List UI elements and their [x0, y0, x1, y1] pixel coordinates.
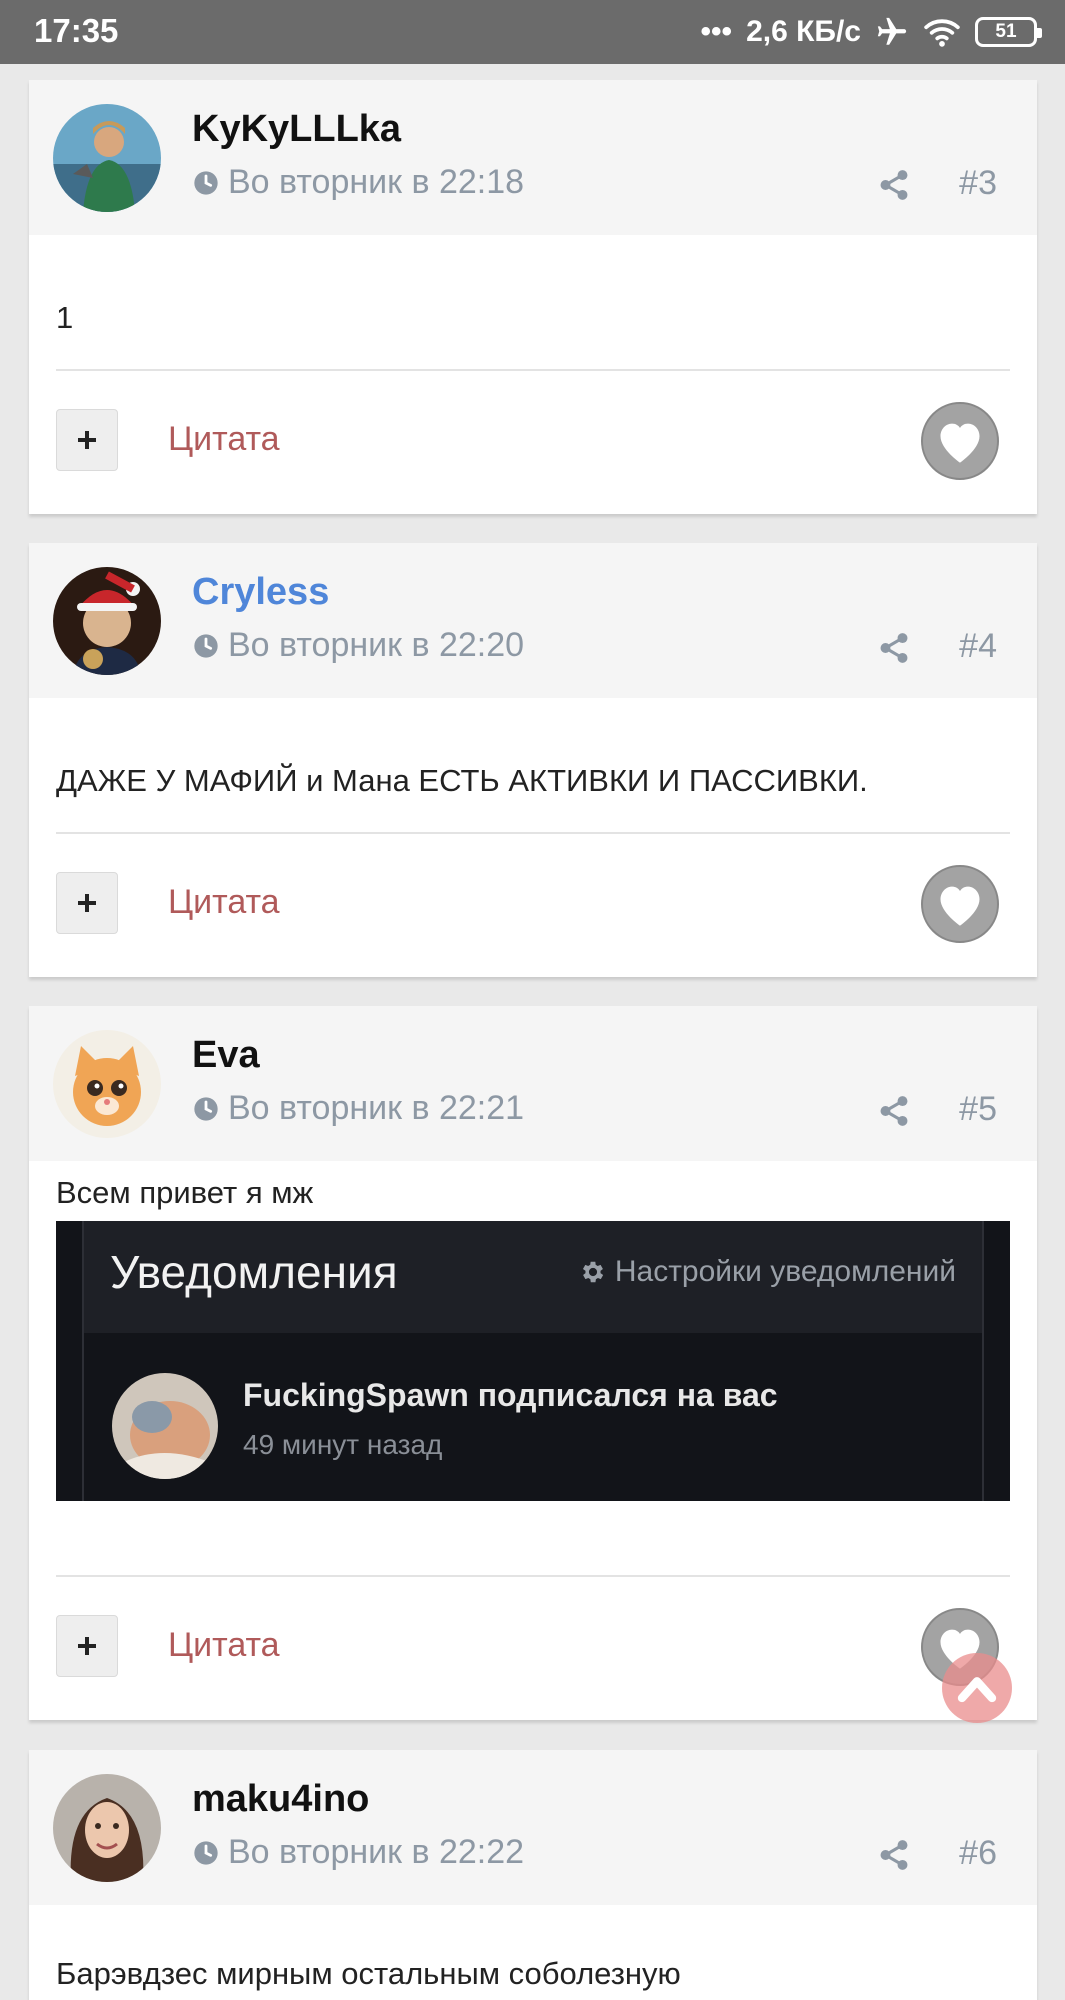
post-header: maku4ino Во вторник в 22:22 #6 [29, 1750, 1037, 1905]
multiquote-button[interactable] [56, 872, 118, 934]
post-time-text: Во вторник в 22:20 [228, 626, 525, 664]
post-card: maku4ino Во вторник в 22:22 #6 Барэвдзес… [29, 1750, 1037, 2000]
avatar[interactable] [53, 1774, 161, 1882]
post-time-text: Во вторник в 22:21 [228, 1089, 525, 1127]
post-number-link[interactable]: #5 [959, 1090, 997, 1129]
heart-icon [940, 886, 980, 926]
clock-icon [194, 1840, 218, 1865]
post-time-text: Во вторник в 22:18 [228, 163, 525, 201]
post-card: KyKyLLLka Во вторник в 22:18 #3 1 Цитата [29, 80, 1037, 514]
post-timestamp: Во вторник в 22:20 [192, 626, 524, 665]
plus-icon [78, 894, 96, 912]
airplane-icon [877, 17, 907, 45]
dots-icon: ••• [700, 15, 733, 48]
status-icons: ••• 2,6 КБ/с 51 [700, 10, 1042, 54]
gear-icon [582, 1261, 603, 1283]
chevron-up-icon [957, 1677, 997, 1703]
plus-icon [78, 1637, 96, 1655]
post-header: Cryless Во вторник в 22:20 #4 [29, 543, 1037, 698]
post-timestamp: Во вторник в 22:18 [192, 163, 524, 202]
post-timestamp: Во вторник в 22:22 [192, 1833, 524, 1872]
notification-settings-label: Настройки уведомлений [614, 1255, 956, 1288]
clock-icon [194, 170, 218, 195]
like-button[interactable] [921, 402, 999, 480]
quote-link[interactable]: Цитата [168, 883, 280, 922]
post-feed: KyKyLLLka Во вторник в 22:18 #3 1 Цитата… [0, 64, 1065, 2000]
post-time-text: Во вторник в 22:22 [228, 1833, 525, 1871]
notification-text: FuckingSpawn подписался на вас [243, 1377, 778, 1413]
post-header: KyKyLLLka Во вторник в 22:18 #3 [29, 80, 1037, 235]
post-card: Eva Во вторник в 22:21 #5 Всем привет я … [29, 1006, 1037, 1720]
post-author[interactable]: Eva [192, 1034, 260, 1077]
avatar[interactable] [53, 1030, 161, 1138]
notification-avatar [112, 1373, 218, 1479]
status-time: 17:35 [34, 12, 119, 49]
plus-icon [78, 431, 96, 449]
clock-icon [194, 1096, 218, 1121]
post-divider [56, 1575, 1010, 1577]
post-body: ДАЖЕ У МАФИЙ и Мана ЕСТЬ АКТИВКИ И ПАССИ… [56, 763, 868, 798]
avatar[interactable] [53, 104, 161, 212]
post-author[interactable]: maku4ino [192, 1778, 369, 1821]
battery-icon: 51 [975, 17, 1042, 47]
share-icon[interactable] [877, 1094, 911, 1128]
post-number-link[interactable]: #3 [959, 164, 997, 203]
post-body: Барэвдзес мирным остальным соболезную [56, 1956, 681, 1991]
post-header: Eva Во вторник в 22:21 #5 [29, 1006, 1037, 1161]
like-button[interactable] [921, 865, 999, 943]
network-speed: 2,6 КБ/с [746, 15, 861, 48]
post-divider [56, 369, 1010, 371]
notification-settings-link: Настройки уведомлений [579, 1255, 956, 1289]
share-icon[interactable] [877, 1838, 911, 1872]
post-body: 1 [56, 300, 74, 335]
status-bar: 17:35 ••• 2,6 КБ/с 51 [0, 0, 1065, 64]
avatar[interactable] [53, 567, 161, 675]
post-card: Cryless Во вторник в 22:20 #4 ДАЖЕ У МАФ… [29, 543, 1037, 977]
embedded-screenshot: Уведомления Настройки уведомлений Fuckin… [56, 1221, 1010, 1501]
notification-time: 49 минут назад [243, 1429, 443, 1460]
clock-icon [194, 633, 218, 658]
post-author[interactable]: KyKyLLLka [192, 108, 401, 151]
notifications-title: Уведомления [110, 1246, 398, 1298]
post-divider [56, 832, 1010, 834]
post-number-link[interactable]: #6 [959, 1834, 997, 1873]
post-author[interactable]: Cryless [192, 571, 329, 614]
share-icon[interactable] [877, 631, 911, 665]
quote-link[interactable]: Цитата [168, 1626, 280, 1665]
quote-link[interactable]: Цитата [168, 420, 280, 459]
post-body: Всем привет я мж [56, 1175, 314, 1210]
post-timestamp: Во вторник в 22:21 [192, 1089, 524, 1128]
heart-icon [940, 423, 980, 463]
scroll-to-top-button[interactable] [942, 1653, 1012, 1723]
multiquote-button[interactable] [56, 1615, 118, 1677]
wifi-icon [924, 19, 960, 47]
multiquote-button[interactable] [56, 409, 118, 471]
post-number-link[interactable]: #4 [959, 627, 997, 666]
share-icon[interactable] [877, 168, 911, 202]
